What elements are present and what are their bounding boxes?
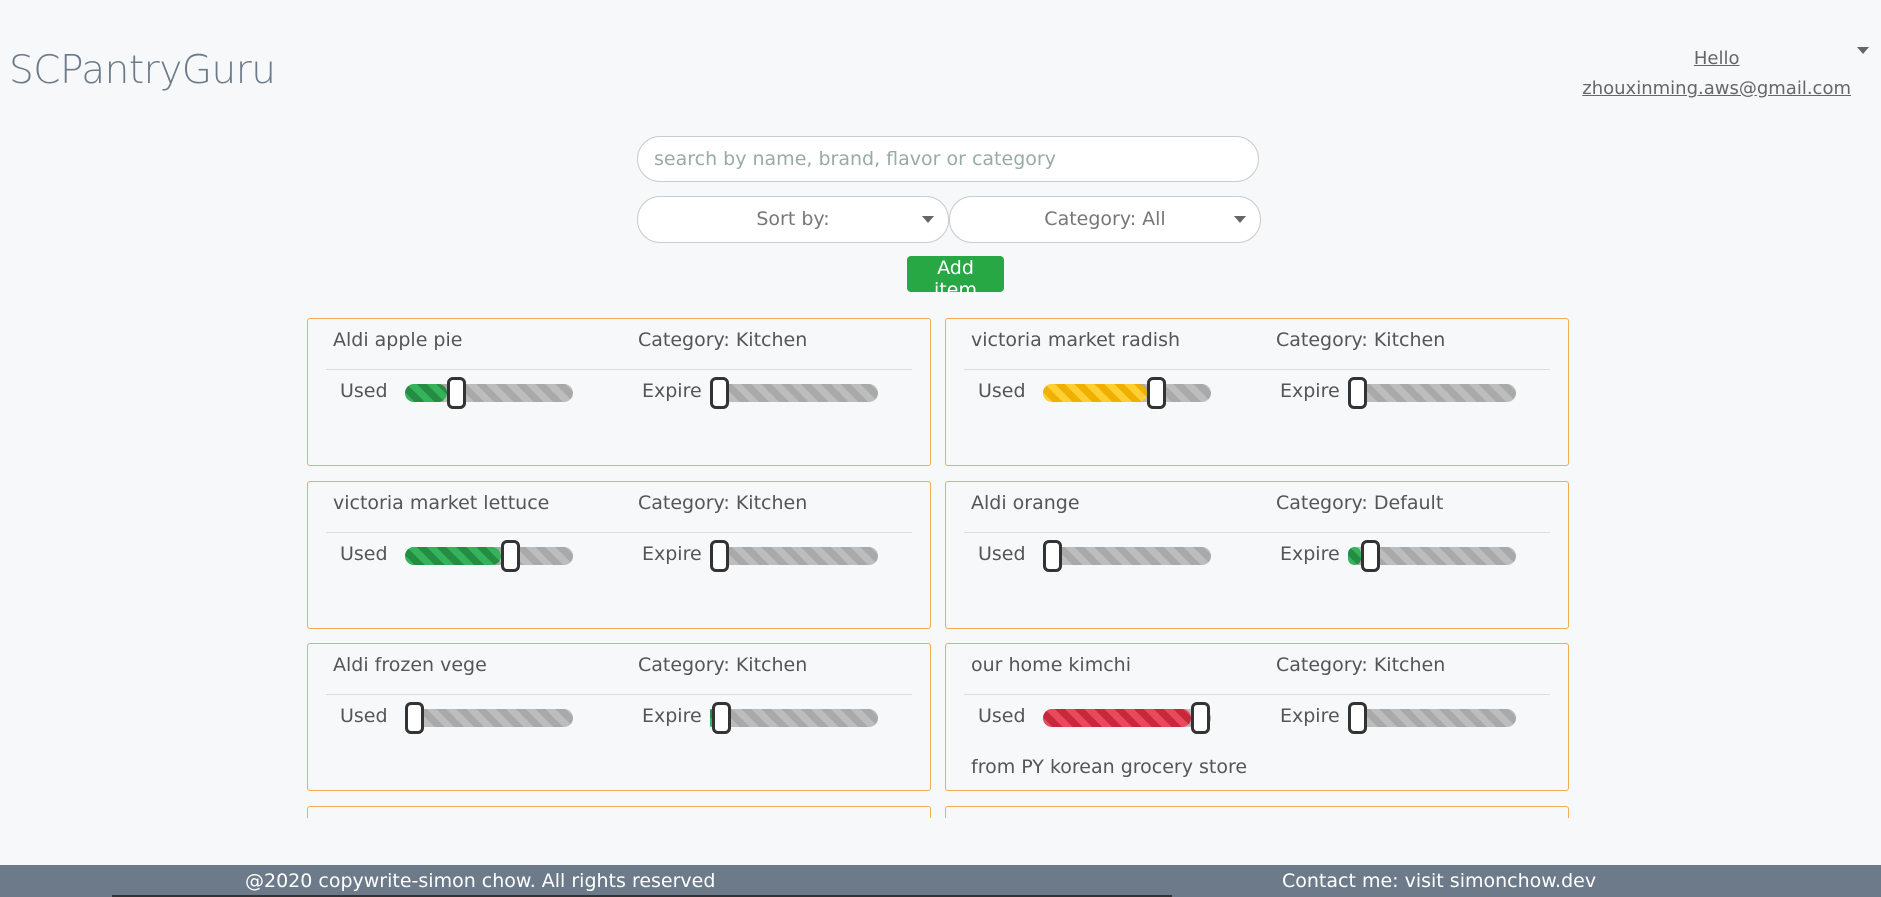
item-name: victoria market lettuce [333, 492, 550, 514]
used-slider-fill [405, 547, 501, 565]
item-card-partial [945, 806, 1569, 818]
item-category: Category: Default [1276, 492, 1444, 514]
item-category: Category: Kitchen [638, 329, 808, 351]
item-category: Category: Kitchen [638, 654, 808, 676]
chevron-down-icon[interactable] [1857, 47, 1869, 54]
used-slider-fill [1043, 709, 1191, 727]
chevron-down-icon [1234, 216, 1246, 223]
expire-slider[interactable] [710, 377, 878, 409]
expire-slider[interactable] [1348, 540, 1516, 572]
expire-label: Expire [642, 543, 702, 565]
expire-label: Expire [642, 380, 702, 402]
expire-slider-handle[interactable] [1361, 540, 1381, 572]
sort-select-label: Sort by: [756, 208, 830, 230]
expire-slider-handle[interactable] [710, 377, 729, 409]
expire-slider-handle[interactable] [1348, 377, 1367, 409]
divider [326, 532, 912, 533]
item-name: Aldi apple pie [333, 329, 463, 351]
divider [964, 369, 1550, 370]
expire-slider-handle[interactable] [711, 702, 731, 734]
item-card[interactable]: Aldi orange Category: Default Used Expir… [945, 481, 1569, 629]
item-card[interactable]: our home kimchi Category: Kitchen Used E… [945, 643, 1569, 791]
used-slider-handle[interactable] [1043, 540, 1062, 572]
expire-slider[interactable] [1348, 702, 1516, 734]
greeting-link[interactable]: Hello [1582, 44, 1851, 74]
expire-label: Expire [1280, 380, 1340, 402]
item-card[interactable]: victoria market lettuce Category: Kitche… [307, 481, 931, 629]
expire-slider[interactable] [710, 702, 878, 734]
used-label: Used [978, 380, 1026, 402]
used-slider[interactable] [405, 377, 573, 409]
divider [326, 694, 912, 695]
item-name: Aldi frozen vege [333, 654, 487, 676]
expire-slider[interactable] [710, 540, 878, 572]
used-label: Used [340, 705, 388, 727]
user-menu[interactable]: Hello zhouxinming.aws@gmail.com [1582, 44, 1851, 104]
used-slider-handle[interactable] [405, 702, 424, 734]
expire-label: Expire [642, 705, 702, 727]
footer-contact-link[interactable]: Contact me: visit simonchow.dev [1282, 865, 1596, 897]
item-name: Aldi orange [971, 492, 1080, 514]
item-category: Category: Kitchen [1276, 654, 1446, 676]
expire-slider-handle[interactable] [710, 540, 729, 572]
used-slider-handle[interactable] [447, 377, 466, 409]
divider [964, 694, 1550, 695]
divider [964, 532, 1550, 533]
used-slider[interactable] [405, 702, 573, 734]
used-slider-fill [405, 384, 447, 402]
used-label: Used [978, 543, 1026, 565]
used-label: Used [340, 543, 388, 565]
footer: @2020 copywrite-simon chow. All rights r… [0, 865, 1881, 897]
item-card-partial [307, 806, 931, 818]
expire-label: Expire [1280, 705, 1340, 727]
used-slider-fill [1043, 384, 1148, 402]
sort-select[interactable]: Sort by: [637, 196, 949, 243]
item-card[interactable]: Aldi frozen vege Category: Kitchen Used … [307, 643, 931, 791]
item-name: our home kimchi [971, 654, 1131, 676]
item-category: Category: Kitchen [1276, 329, 1446, 351]
divider [326, 369, 912, 370]
used-slider[interactable] [1043, 540, 1211, 572]
search-input[interactable] [637, 136, 1259, 182]
chevron-down-icon [922, 216, 934, 223]
used-slider[interactable] [1043, 377, 1211, 409]
expire-label: Expire [1280, 543, 1340, 565]
expire-slider-fill [1348, 547, 1362, 565]
item-note: from PY korean grocery store [971, 756, 1248, 778]
item-card[interactable]: victoria market radish Category: Kitchen… [945, 318, 1569, 466]
brand-logo[interactable]: SCPantryGuru [9, 48, 276, 93]
user-email-link[interactable]: zhouxinming.aws@gmail.com [1582, 74, 1851, 104]
item-category: Category: Kitchen [638, 492, 808, 514]
used-slider-handle[interactable] [500, 540, 520, 572]
used-slider[interactable] [405, 540, 573, 572]
used-label: Used [978, 705, 1026, 727]
add-item-button[interactable]: Add item [907, 256, 1004, 301]
used-slider-handle[interactable] [1147, 377, 1167, 409]
used-slider-handle[interactable] [1190, 702, 1210, 734]
footer-copyright: @2020 copywrite-simon chow. All rights r… [245, 870, 716, 892]
used-label: Used [340, 380, 388, 402]
expire-slider-handle[interactable] [1348, 702, 1367, 734]
expire-slider[interactable] [1348, 377, 1516, 409]
category-select[interactable]: Category: All [949, 196, 1261, 243]
item-card[interactable]: Aldi apple pie Category: Kitchen Used Ex… [307, 318, 931, 466]
category-select-label: Category: All [1044, 208, 1166, 230]
item-name: victoria market radish [971, 329, 1181, 351]
used-slider[interactable] [1043, 702, 1211, 734]
